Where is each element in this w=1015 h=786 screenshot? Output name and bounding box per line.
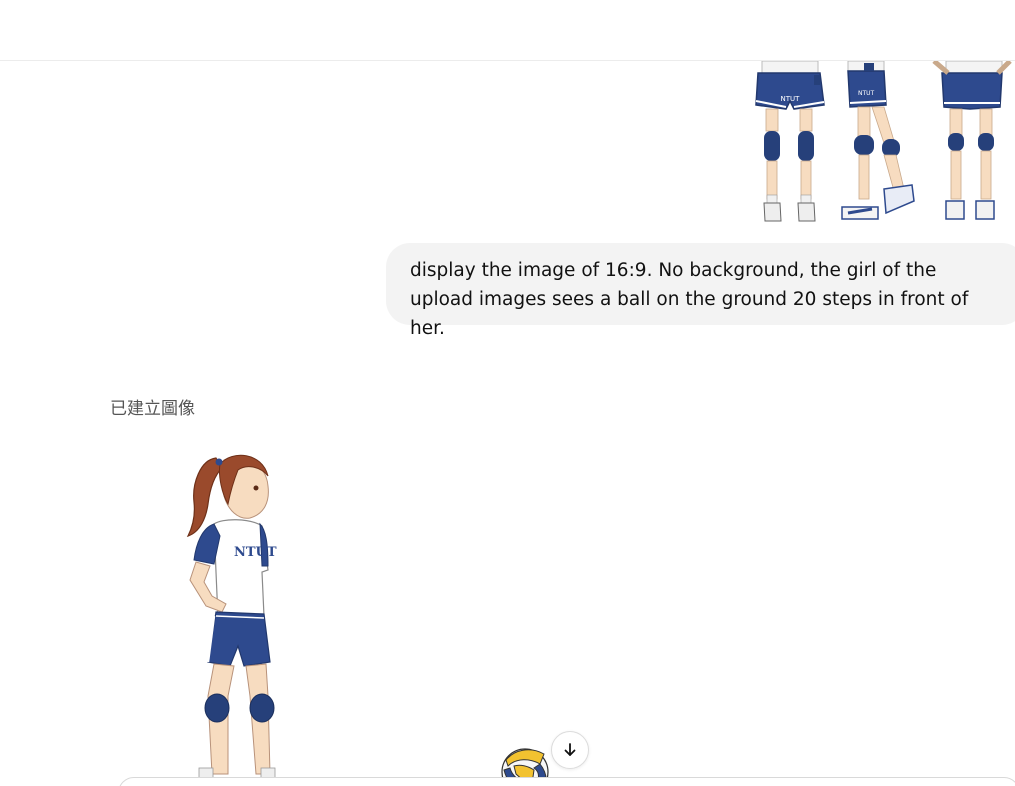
user-message-bubble: display the image of 16:9. No background…: [386, 243, 1015, 339]
hair-tie: [215, 458, 223, 466]
reference-poses-illustration: NTUT NTUT: [755, 61, 1012, 222]
right-knee-pad: [249, 693, 275, 723]
uploaded-reference-image[interactable]: NTUT NTUT: [744, 61, 1015, 231]
chat-page: NTUT NTUT display the image of 16:9. No …: [0, 0, 1015, 786]
scroll-down-button[interactable]: [551, 731, 589, 769]
girl-shorts: [207, 611, 271, 667]
image-created-label: 已建立圖像: [110, 399, 195, 419]
user-message-text: display the image of 16:9. No background…: [410, 260, 969, 339]
jersey-text: NTUT: [234, 545, 277, 560]
arrow-down-icon: [564, 743, 576, 756]
generated-image[interactable]: NTUT: [110, 440, 730, 786]
message-composer[interactable]: [118, 777, 1015, 786]
reference-pose-side: NTUT: [841, 61, 915, 220]
top-bar: [0, 0, 1015, 61]
svg-text:NTUT: NTUT: [858, 90, 875, 97]
left-knee-pad: [204, 693, 230, 723]
girl-eye: [253, 485, 259, 491]
reference-pose-front: NTUT: [755, 61, 825, 222]
svg-text:NTUT: NTUT: [781, 95, 801, 103]
girl-and-volleyball-illustration: NTUT: [186, 454, 549, 786]
reference-pose-back: [932, 61, 1012, 220]
